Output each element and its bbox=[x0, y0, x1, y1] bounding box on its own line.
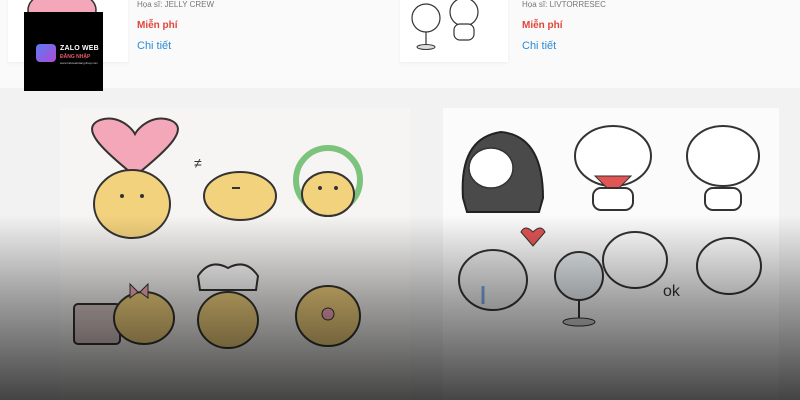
price-label: Miễn phí bbox=[522, 20, 563, 31]
sticker-store-top: Họa sĩ: JELLY CREW Miễn phí Chi tiết Họa… bbox=[0, 0, 800, 88]
artist-label: Họa sĩ: LIVTORRESEC bbox=[522, 0, 606, 9]
zalo-web-logo: ZALO WEB ĐĂNG NHẬP www.zalowebdangnhap.c… bbox=[24, 12, 103, 91]
zalo-chat-icon bbox=[36, 44, 56, 62]
sticker-card-livtorresec[interactable] bbox=[400, 0, 508, 62]
logo-title: ZALO WEB bbox=[60, 45, 99, 52]
svg-text:≠: ≠ bbox=[194, 155, 202, 171]
sticker-thumbnail bbox=[411, 0, 479, 50]
detail-link[interactable]: Chi tiết bbox=[522, 40, 556, 52]
logo-subtitle: ĐĂNG NHẬP bbox=[60, 54, 91, 60]
artist-label: Họa sĩ: JELLY CREW bbox=[137, 0, 215, 9]
price-label: Miễn phí bbox=[137, 20, 178, 31]
logo-tagline: www.zalowebdangnhap.com bbox=[60, 61, 99, 65]
detail-link[interactable]: Chi tiết bbox=[137, 40, 171, 52]
bottom-dark-overlay bbox=[0, 215, 800, 400]
